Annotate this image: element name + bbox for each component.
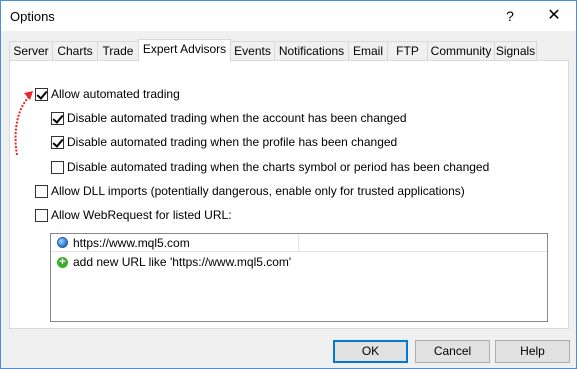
help-icon[interactable]: ? bbox=[488, 1, 532, 31]
column-divider bbox=[298, 234, 299, 252]
disable-profile-changed-label: Disable automated trading when the profi… bbox=[67, 135, 398, 149]
disable-account-changed-label: Disable automated trading when the accou… bbox=[67, 111, 407, 125]
title-bar: Options ? ✕ bbox=[1, 1, 576, 31]
tab-community[interactable]: Community bbox=[427, 41, 495, 61]
disable-account-changed-checkbox[interactable] bbox=[51, 111, 64, 125]
allow-webrequest-label: Allow WebRequest for listed URL: bbox=[51, 208, 232, 222]
disable-account-changed-option[interactable]: Disable automated trading when the accou… bbox=[51, 110, 407, 126]
allow-dll-imports-label: Allow DLL imports (potentially dangerous… bbox=[51, 184, 465, 198]
red-arrow-annotation-icon bbox=[14, 91, 33, 156]
url-text: https://www.mql5.com bbox=[73, 235, 190, 250]
tab-notifications[interactable]: Notifications bbox=[274, 41, 349, 61]
add-url-placeholder: add new URL like 'https://www.mql5.com' bbox=[73, 255, 292, 269]
disable-symbol-changed-checkbox[interactable] bbox=[51, 160, 64, 174]
allow-webrequest-checkbox[interactable] bbox=[35, 208, 48, 222]
tab-events[interactable]: Events bbox=[230, 41, 275, 61]
disable-symbol-changed-label: Disable automated trading when the chart… bbox=[67, 160, 490, 174]
tab-ftp[interactable]: FTP bbox=[387, 41, 428, 61]
tab-signals[interactable]: Signals bbox=[494, 41, 537, 61]
add-url-row[interactable]: + add new URL like 'https://www.mql5.com… bbox=[51, 253, 547, 271]
allow-dll-imports-option[interactable]: Allow DLL imports (potentially dangerous… bbox=[35, 183, 465, 199]
ok-button[interactable]: OK bbox=[333, 340, 408, 363]
tab-trade[interactable]: Trade bbox=[97, 41, 139, 61]
disable-symbol-changed-option[interactable]: Disable automated trading when the chart… bbox=[51, 159, 489, 175]
allow-dll-imports-checkbox[interactable] bbox=[35, 184, 48, 198]
webrequest-url-list[interactable]: https://www.mql5.com + add new URL like … bbox=[50, 233, 548, 322]
allow-webrequest-option[interactable]: Allow WebRequest for listed URL: bbox=[35, 207, 232, 223]
tab-email[interactable]: Email bbox=[348, 41, 388, 61]
url-list-item[interactable]: https://www.mql5.com bbox=[51, 234, 547, 252]
expert-advisors-panel: Allow automated trading Disable automate… bbox=[9, 60, 569, 329]
window-title: Options bbox=[10, 9, 55, 24]
globe-icon bbox=[57, 237, 68, 248]
options-dialog: Options ? ✕ Server Charts Trade Expert A… bbox=[0, 0, 577, 369]
allow-automated-trading-option[interactable]: Allow automated trading bbox=[35, 86, 180, 102]
disable-profile-changed-option[interactable]: Disable automated trading when the profi… bbox=[51, 134, 397, 150]
cancel-button[interactable]: Cancel bbox=[415, 340, 490, 363]
plus-icon: + bbox=[57, 256, 68, 268]
disable-profile-changed-checkbox[interactable] bbox=[51, 135, 64, 149]
help-button[interactable]: Help bbox=[495, 340, 570, 363]
allow-automated-trading-label: Allow automated trading bbox=[51, 87, 180, 101]
allow-automated-trading-checkbox[interactable] bbox=[35, 87, 48, 101]
tab-charts[interactable]: Charts bbox=[52, 41, 98, 61]
tab-server[interactable]: Server bbox=[9, 41, 53, 61]
tab-expert-advisors[interactable]: Expert Advisors bbox=[138, 39, 231, 62]
close-icon[interactable]: ✕ bbox=[532, 1, 576, 31]
